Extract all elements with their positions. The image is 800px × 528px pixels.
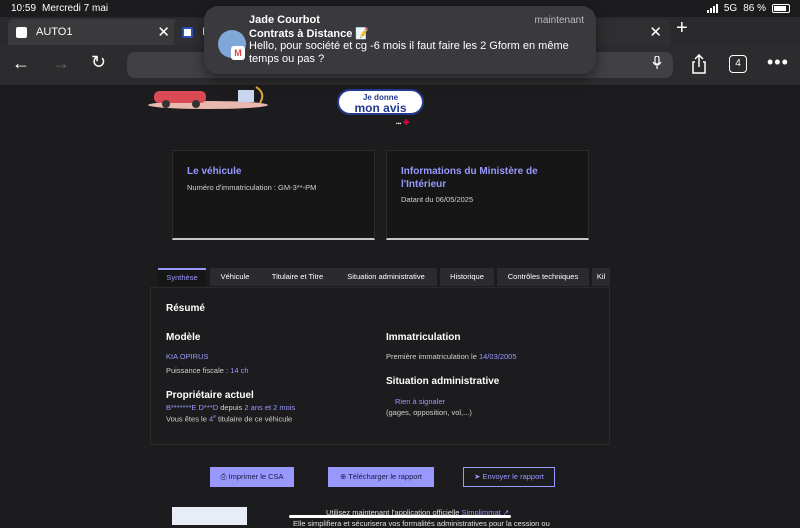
status-time: 10:59 <box>11 3 37 14</box>
services-publics-plus-logo: ▪▪▪ ✚ <box>396 118 410 127</box>
owner-heading: Propriétaire actuel <box>166 390 254 401</box>
holder-prefix: Vous êtes le <box>166 414 207 424</box>
holder-suffix: titulaire de ce véhicule <box>218 414 293 424</box>
tab-titulaire[interactable]: Titulaire et Titre <box>259 268 336 286</box>
car-illustration <box>148 86 268 109</box>
signal-icon <box>706 4 718 13</box>
status-indicators: 5G 86 % <box>706 3 790 14</box>
owner-name: B*******E D***D <box>166 403 219 412</box>
first-registration: Première immatriculation le 14/03/2005 <box>386 352 517 361</box>
download-label: Télécharger le rapport <box>348 472 423 481</box>
vehicle-card-title: Le véhicule <box>187 166 242 177</box>
power-value: 14 ch <box>230 366 249 375</box>
feedback-line2: mon avis <box>354 101 407 115</box>
plate-number: Numéro d'immatriculation : GM-3**-PM <box>187 183 317 192</box>
tab-historique[interactable]: Historique <box>440 268 494 286</box>
reload-icon[interactable]: ↻ <box>91 52 106 73</box>
admin-detail: (gages, opposition, vol,...) <box>386 408 472 417</box>
print-csa-button[interactable]: ⎙ Imprimer le CSA <box>210 467 294 487</box>
give-feedback-button[interactable]: Je donne mon avis <box>337 89 424 115</box>
owner-line: B*******E D***D depuis 2 ans et 2 mois <box>166 403 295 412</box>
notification-time: maintenant <box>534 15 584 26</box>
send-icon: ➤ <box>474 472 481 481</box>
owner-since: 2 ans et 2 mois <box>244 403 296 412</box>
microphone-icon[interactable] <box>652 56 662 70</box>
fiscal-power: Puissance fiscale : 14 ch <box>166 366 249 375</box>
simplimmat-illustration <box>172 507 247 525</box>
forward-icon[interactable]: → <box>52 53 70 74</box>
registration-heading: Immatriculation <box>386 332 461 343</box>
network-label: 5G <box>723 3 738 14</box>
status-date: Mercredi 7 mai <box>42 3 109 14</box>
model-heading: Modèle <box>166 332 201 343</box>
back-icon[interactable]: ← <box>12 53 30 74</box>
print-icon: ⎙ <box>220 472 227 481</box>
tab-synthese[interactable]: Synthèse <box>158 268 206 286</box>
ministry-date: Datant du 06/05/2025 <box>401 195 474 204</box>
admin-heading: Situation administrative <box>386 376 500 387</box>
model-name: KIA OPIRUS <box>166 352 209 361</box>
new-tab-button[interactable]: + <box>676 17 688 40</box>
tab-kilometrage[interactable]: Kil <box>592 268 610 286</box>
battery-percent: 86 % <box>743 3 766 14</box>
ministry-card: Informations du Ministère de l'Intérieur … <box>386 150 589 240</box>
tab-count-button[interactable]: 4 <box>729 55 747 73</box>
tab-vehicule[interactable]: Véhicule <box>210 268 260 286</box>
send-report-button[interactable]: ➤ Envoyer le rapport <box>463 467 555 487</box>
holder-rank-line: Vous êtes le 4e titulaire de ce véhicule <box>166 414 292 424</box>
download-report-button[interactable]: ⊕ Télécharger le rapport <box>328 467 434 487</box>
send-label: Envoyer le rapport <box>482 472 544 481</box>
tab-title: AUTO1 <box>36 26 73 38</box>
vehicle-card: Le véhicule Numéro d'immatriculation : G… <box>172 150 375 240</box>
download-icon: ⊕ <box>339 472 347 481</box>
notification-subject: Contrats à Distance 📝 <box>249 28 370 40</box>
gmail-icon: M <box>231 46 245 60</box>
home-indicator <box>289 515 511 518</box>
reg-label: Première immatriculation le <box>386 352 477 361</box>
close-icon[interactable]: ✕ <box>157 23 170 41</box>
tab-controles[interactable]: Contrôles techniques <box>497 268 589 286</box>
more-icon[interactable]: ••• <box>767 52 789 73</box>
admin-status: Rien à signaler <box>395 397 446 406</box>
auto1-favicon-icon <box>16 27 27 38</box>
report-tabs: Synthèse Véhicule Titulaire et Titre Sit… <box>158 268 610 286</box>
tab-auto1[interactable]: AUTO1 ✕ <box>8 19 178 45</box>
notification-message: Hello, pour société et cg -6 mois il fau… <box>249 40 569 65</box>
power-label: Puissance fiscale : <box>166 366 229 375</box>
summary-heading: Résumé <box>166 303 205 314</box>
battery-icon <box>772 4 790 13</box>
ministry-title-line2: l'Intérieur <box>401 179 447 190</box>
owner-since-label: depuis <box>220 403 243 412</box>
ministry-card-title: Informations du Ministère de l'Intérieur <box>401 165 538 191</box>
notification-sender: Jade Courbot <box>249 14 320 26</box>
tab-situation[interactable]: Situation administrative <box>335 268 437 286</box>
print-label: Imprimer le CSA <box>228 472 284 481</box>
reg-date: 14/03/2005 <box>478 352 517 361</box>
flag-favicon-icon <box>182 27 193 38</box>
close-icon[interactable]: ✕ <box>649 23 662 41</box>
holder-sup: e <box>213 414 216 420</box>
simplimmat-desc: Elle simplifiera et sécurisera vos forma… <box>293 519 550 528</box>
share-icon[interactable] <box>691 54 707 74</box>
notification-banner[interactable]: M Jade Courbot Contrats à Distance 📝 Hel… <box>204 6 596 74</box>
ministry-title-line1: Informations du Ministère de <box>401 166 538 177</box>
